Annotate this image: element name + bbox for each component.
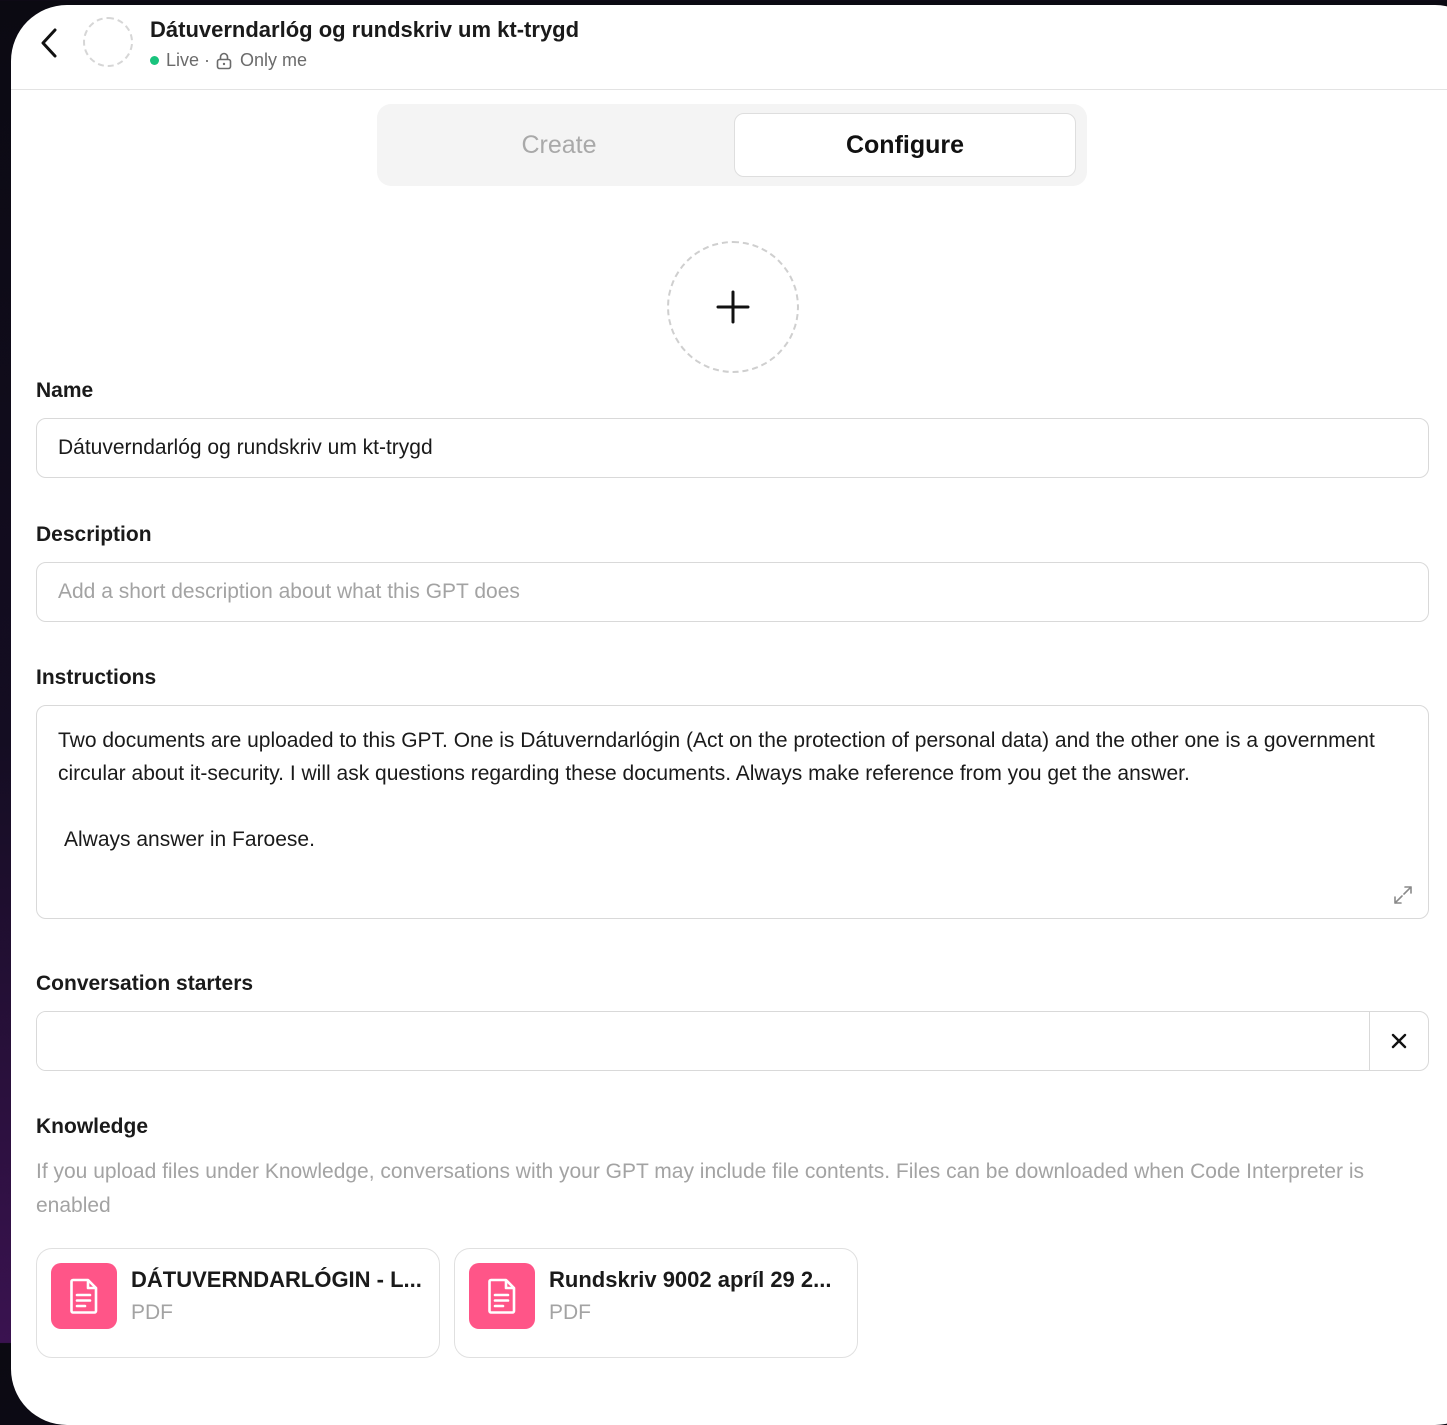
description-label: Description [36,523,152,546]
file-icon-badge [51,1263,117,1329]
gpt-title: Dátuverndarlóg og rundskriv um kt-trygd [150,17,580,42]
conversation-starter-row [36,1011,1429,1071]
tab-create[interactable]: Create [388,113,730,177]
name-label: Name [36,379,94,402]
instructions-textarea[interactable]: Two documents are uploaded to this GPT. … [36,705,1429,919]
status-separator: · [204,50,211,70]
visibility-label: Only me [240,50,308,70]
document-icon [70,1278,98,1314]
instructions-label: Instructions [36,666,157,689]
conversation-starters-label: Conversation starters [36,972,254,995]
lock-icon [216,52,232,69]
file-name: Rundskriv 9002 apríl 29 2... [549,1267,832,1292]
editor-header: Dátuverndarlóg og rundskriv um kt-trygd … [11,5,1447,90]
file-icon-badge [469,1263,535,1329]
instructions-paragraph-2: Always answer in Faroese. [64,828,315,851]
knowledge-file-card[interactable]: Rundskriv 9002 apríl 29 2... PDF [454,1248,858,1358]
expand-icon[interactable] [1392,884,1414,906]
knowledge-file-card[interactable]: DÁTUVERNDARLÓGIN - L... PDF [36,1248,440,1358]
gpt-status: Live · Only me [150,50,307,71]
remove-starter-button[interactable] [1369,1012,1428,1070]
tab-configure[interactable]: Configure [734,113,1076,177]
back-button[interactable] [35,25,63,61]
plus-icon [716,290,750,324]
description-input[interactable] [36,562,1429,622]
file-type: PDF [549,1301,591,1324]
instructions-paragraph-1: Two documents are uploaded to this GPT. … [58,729,1375,785]
gpt-editor-window: Dátuverndarlóg og rundskriv um kt-trygd … [11,5,1447,1425]
avatar-upload-button[interactable] [667,241,799,373]
close-icon [1391,1033,1407,1049]
chevron-left-icon [41,28,57,58]
mode-tabs: Create Configure [377,104,1087,186]
file-type: PDF [131,1301,173,1324]
document-icon [488,1278,516,1314]
live-status-dot [150,56,159,65]
file-name: DÁTUVERNDARLÓGIN - L... [131,1267,422,1292]
live-status-label: Live [166,50,200,70]
gpt-avatar-placeholder [83,17,133,67]
knowledge-helper-text: If you upload files under Knowledge, con… [36,1160,1365,1217]
knowledge-label: Knowledge [36,1115,149,1138]
conversation-starter-input[interactable] [37,1012,1370,1070]
name-input[interactable] [36,418,1429,478]
